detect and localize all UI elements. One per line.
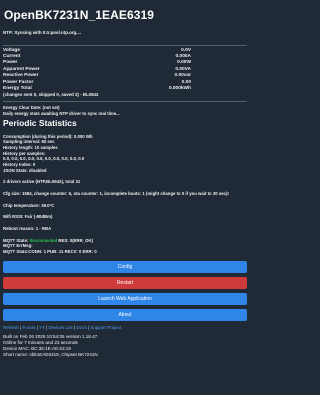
chip-temperature: Chip temperature: 39.0°C [3,202,55,208]
mqtt-state-value: disconnected [29,237,58,243]
page: OpenBK7231N_1EAE6319 NTP: Syncing with 0… [0,0,250,358]
support-project-link[interactable]: Support Project [90,325,121,330]
mqtt-state-result: RES: 0(ERR_OK) [57,237,94,243]
refresh-link[interactable]: Refresh [3,325,19,330]
restart-button[interactable]: Restart [3,276,247,289]
reboot-reason: Reboot reason: 1 - RBA [3,226,52,232]
measurements-table: Voltage 0.0V Current 0.000A Power 0.00W App… [3,48,247,93]
footer-links: Refresh | Forum | YT | Devices List | Do… [3,324,122,330]
page-title: OpenBK7231N_1EAE6319 [4,8,155,22]
mqtt-state-label: MQTT State: [3,237,30,243]
about-button[interactable]: About [3,308,247,321]
drivers-active: 2 drivers active (NTP,BL0942), total 31 [3,179,81,185]
stat-line: JSON Stats: disabled [3,167,47,173]
devices-list-link[interactable]: Devices List [48,325,72,330]
docs-link[interactable]: Docs [76,325,86,330]
build-info: Built on Feb 26 2025 10:54:05 version 1.… [3,334,247,358]
mqtt-info: MQTT State: disconnected RES: 0(ERR_OK) … [3,238,247,255]
cfg-size: Cfg size: 1584, change counter: 5, ota c… [3,191,229,197]
launch-web-app-button[interactable]: Launch Web Application [3,292,247,305]
changes-line: (changes sent 0, skipped 0, saved 3) - B… [3,92,99,98]
divider [3,44,247,46]
ntp-status: NTP: Syncing with 0.tr.pool.ntp.org.... [3,29,82,35]
periodic-stats: Consumption (during this period): 0.000 … [3,134,247,174]
energy-notes: Energy Clear Date: (not set) Daily energ… [3,105,247,116]
daily-energy-note: Daily energy stats awaiting NTP driver t… [3,110,120,116]
forum-link[interactable]: Forum [22,325,35,330]
config-button[interactable]: Config [3,260,247,273]
short-name: Short name: obk1EAE6319, Chipset BK7231N [3,351,98,357]
wifi-rssi: Wifi RSSI: Fair (-80dBm) [3,214,53,220]
divider [3,101,247,103]
periodic-statistics-heading: Periodic Statistics [3,118,77,129]
